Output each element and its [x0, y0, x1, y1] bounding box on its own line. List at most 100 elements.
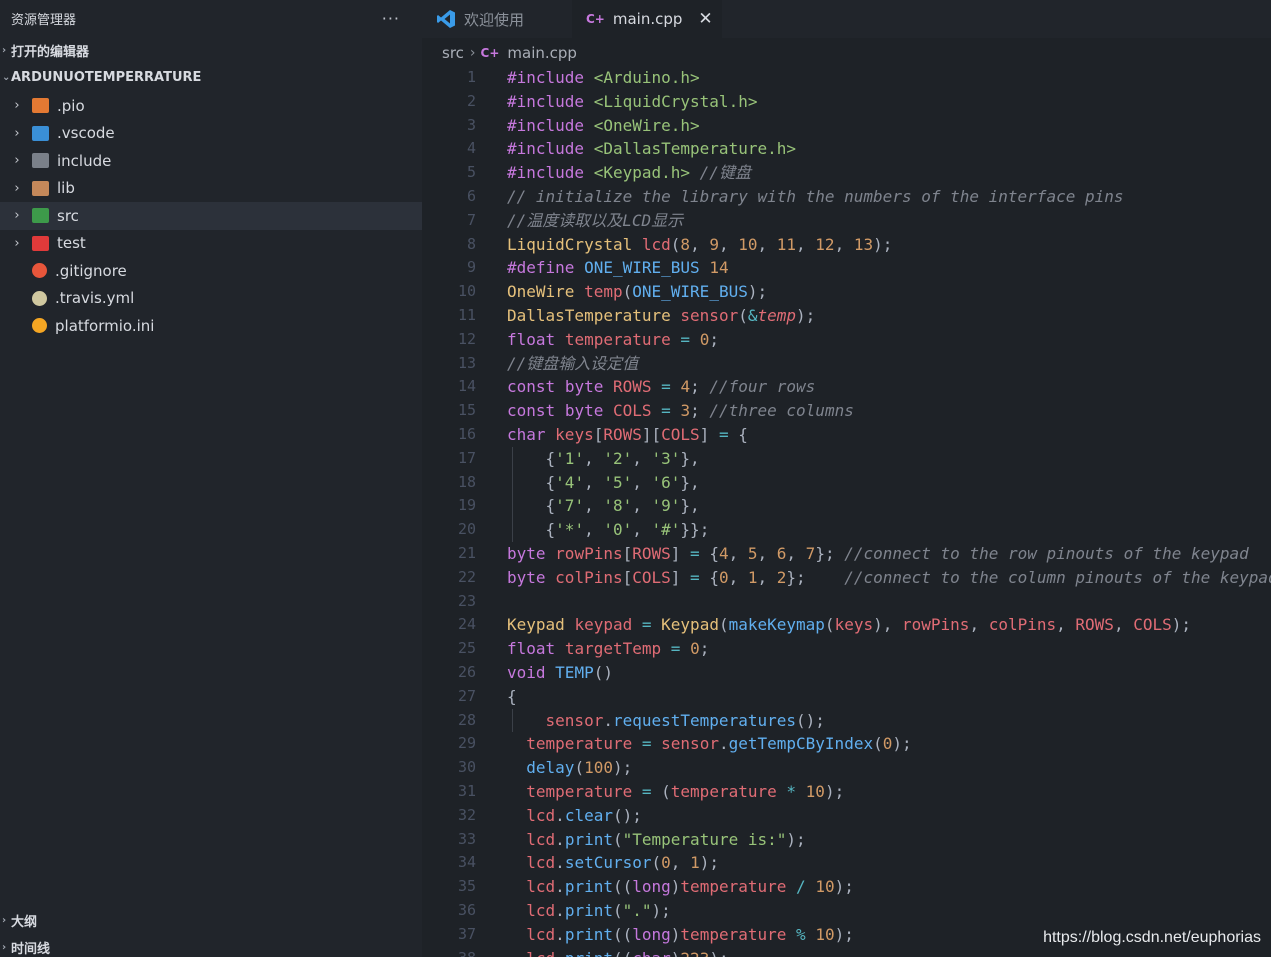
code-line[interactable]: 11 DallasTemperature sensor(&temp);	[422, 304, 1271, 328]
code-line[interactable]: 32 lcd.clear();	[422, 804, 1271, 828]
open-editors-section[interactable]: › 打开的编辑器	[0, 37, 422, 64]
tree-item[interactable]: ›.gitignore	[0, 257, 422, 285]
chevron-right-icon: ›	[14, 98, 20, 114]
timeline-label: 时间线	[11, 942, 51, 957]
code-text: char keys[ROWS][COLS] = {	[507, 425, 748, 444]
code-text: #include <LiquidCrystal.h>	[507, 91, 758, 111]
code-editor[interactable]: 1 #include <Arduino.h> 2 #include <LiquidCr…	[422, 66, 1271, 957]
code-line[interactable]: 24 Keypad keypad = Keypad(makeKeymap(keys…	[422, 613, 1271, 637]
code-line[interactable]: 15 const byte COLS = 3; //three columns	[422, 399, 1271, 423]
folder-pio-icon	[32, 98, 49, 114]
outline-section[interactable]: › 大纲	[0, 907, 422, 934]
code-line[interactable]: 28 sensor.requestTemperatures();	[422, 708, 1271, 733]
close-icon[interactable]: ✕	[698, 9, 712, 29]
code-line[interactable]: 10 OneWire temp(ONE_WIRE_BUS);	[422, 280, 1271, 304]
code-text: {'*', '0', '#'}};	[507, 520, 710, 540]
timeline-section[interactable]: › 时间线	[0, 934, 422, 957]
line-number: 18	[457, 472, 476, 491]
code-line[interactable]: 35 lcd.print((long)temperature / 10);	[422, 875, 1271, 899]
cpp-icon: C+	[586, 12, 605, 26]
line-number: 16	[457, 425, 476, 443]
tab-bar: 欢迎使用 C+ main.cpp ✕	[422, 0, 1271, 38]
line-number: 12	[457, 329, 476, 348]
tree-item-label: lib	[57, 179, 75, 198]
tab-welcome[interactable]: 欢迎使用	[422, 0, 572, 38]
code-text: #include <OneWire.h>	[507, 115, 700, 135]
breadcrumb-file[interactable]: main.cpp	[507, 44, 577, 62]
line-number: 8	[466, 234, 476, 253]
folder-test-icon	[32, 235, 49, 251]
code-text: lcd.print(".");	[526, 901, 671, 920]
code-line[interactable]: 17 {'1', '2', '3'},	[422, 446, 1271, 471]
code-text: Keypad keypad = Keypad(makeKeymap(keys),…	[507, 615, 1191, 635]
line-number: 38	[422, 947, 476, 957]
code-line[interactable]: 8 LiquidCrystal lcd(8, 9, 10, 11, 12, 13)…	[422, 233, 1271, 257]
code-line[interactable]: 19 {'7', '8', '9'},	[422, 494, 1271, 519]
code-text: // initialize the library with the numbe…	[507, 187, 1124, 206]
tab-main-cpp[interactable]: C+ main.cpp ✕	[572, 0, 722, 38]
line-number: 27	[457, 686, 476, 705]
tree-item[interactable]: › .pio	[0, 92, 422, 120]
tree-item-label: .gitignore	[55, 261, 127, 280]
code-line[interactable]: 5 #include <Keypad.h> //键盘	[422, 161, 1271, 185]
code-line[interactable]: 12 float temperature = 0;	[422, 328, 1271, 352]
tree-item-label: include	[57, 151, 112, 170]
code-text: byte rowPins[ROWS] = {4, 5, 6, 7}; //con…	[507, 544, 1249, 563]
code-line[interactable]: 29 temperature = sensor.getTempCByIndex(…	[422, 732, 1271, 756]
code-text: delay(100);	[526, 758, 633, 778]
code-line[interactable]: 34 lcd.setCursor(0, 1);	[422, 851, 1271, 875]
code-text: lcd.print("Temperature is:");	[526, 829, 806, 849]
code-line[interactable]: 16 char keys[ROWS][COLS] = {	[422, 423, 1271, 447]
code-line[interactable]: 33 lcd.print("Temperature is:");	[422, 828, 1271, 852]
line-number: 35	[457, 877, 476, 896]
code-line[interactable]: 18 {'4', '5', '6'},	[422, 470, 1271, 495]
code-line[interactable]: 6 // initialize the library with the numb…	[422, 185, 1271, 209]
more-actions-icon[interactable]: ···	[382, 9, 412, 28]
code-text: lcd.print((long)temperature / 10);	[526, 877, 854, 897]
tree-item[interactable]: › test	[0, 230, 422, 258]
code-text: LiquidCrystal lcd(8, 9, 10, 11, 12, 13);	[507, 234, 893, 254]
line-number: 2	[466, 91, 476, 110]
line-number: 33	[457, 829, 476, 848]
chevron-right-icon: ›	[2, 45, 7, 56]
code-line[interactable]: 25 float targetTemp = 0;	[422, 637, 1271, 661]
code-line[interactable]: 27 {	[422, 685, 1271, 709]
tree-item[interactable]: › .vscode	[0, 120, 422, 148]
code-line[interactable]: 38 lcd.print((char)223);	[422, 947, 1271, 957]
folder-lib-icon	[32, 180, 49, 196]
line-number: 4	[466, 139, 476, 158]
code-line[interactable]: 22 byte colPins[COLS] = {0, 1, 2}; //conn…	[422, 566, 1271, 590]
code-line[interactable]: 7 //温度读取以及LCD显示	[422, 209, 1271, 233]
code-line[interactable]: 14 const byte ROWS = 4; //four rows	[422, 375, 1271, 399]
code-text: lcd.print((long)temperature % 10);	[526, 924, 854, 944]
code-line[interactable]: 31 temperature = (temperature * 10);	[422, 780, 1271, 804]
line-number: 26	[457, 663, 476, 681]
chevron-right-icon: ›	[2, 942, 7, 953]
line-number: 15	[457, 401, 476, 420]
tree-item-label: .vscode	[57, 124, 115, 143]
code-line[interactable]: 3 #include <OneWire.h>	[422, 114, 1271, 138]
tree-item[interactable]: › include	[0, 147, 422, 175]
code-text: {	[507, 686, 517, 706]
code-line[interactable]: 9 #define ONE_WIRE_BUS 14	[422, 256, 1271, 280]
tree-item[interactable]: ›platformio.ini	[0, 312, 422, 340]
code-text: float temperature = 0;	[507, 329, 719, 349]
code-line[interactable]: 2 #include <LiquidCrystal.h>	[422, 90, 1271, 114]
open-editors-label: 打开的编辑器	[11, 45, 90, 60]
tree-item[interactable]: ›.travis.yml	[0, 285, 422, 313]
breadcrumb-folder[interactable]: src	[442, 44, 464, 62]
code-line[interactable]: 4 #include <DallasTemperature.h>	[422, 137, 1271, 161]
tree-item[interactable]: › lib	[0, 175, 422, 203]
code-line[interactable]: 1 #include <Arduino.h>	[422, 66, 1271, 90]
code-line[interactable]: 23	[422, 590, 1271, 614]
code-line[interactable]: 13 //键盘输入设定值	[422, 352, 1271, 376]
project-section[interactable]: ⌄ ARDUNUOTEMPERRATURE	[0, 64, 422, 91]
code-line[interactable]: 21 byte rowPins[ROWS] = {4, 5, 6, 7}; //c…	[422, 542, 1271, 566]
code-line[interactable]: 36 lcd.print(".");	[422, 899, 1271, 923]
tree-item[interactable]: › src	[0, 202, 422, 230]
code-line[interactable]: 30 delay(100);	[422, 756, 1271, 780]
line-number: 19	[457, 496, 476, 515]
code-line[interactable]: 26 void TEMP()	[422, 661, 1271, 685]
code-line[interactable]: 20 {'*', '0', '#'}};	[422, 518, 1271, 542]
tab-label: main.cpp	[612, 10, 683, 28]
